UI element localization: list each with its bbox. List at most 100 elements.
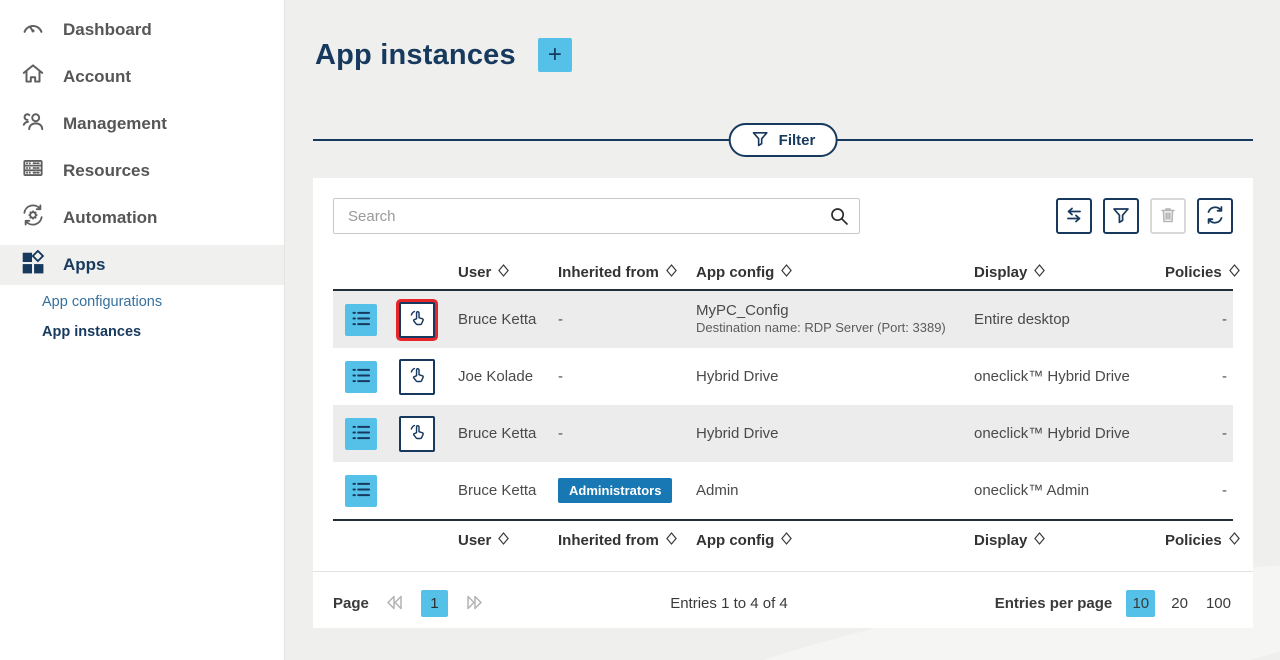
sort-icon bbox=[666, 532, 677, 549]
cell-policies: - bbox=[1165, 311, 1233, 328]
cell-display: Entire desktop bbox=[974, 311, 1165, 328]
gauge-icon bbox=[20, 14, 46, 45]
sidebar-item-automation[interactable]: Automation bbox=[0, 194, 284, 241]
sidebar-subitem-app-instances[interactable]: App instances bbox=[0, 317, 284, 347]
panel-toolbar bbox=[333, 198, 1233, 234]
column-header-user[interactable]: User bbox=[458, 532, 558, 549]
column-label: Policies bbox=[1165, 532, 1222, 549]
column-header-app-config[interactable]: App config bbox=[696, 532, 974, 549]
sidebar-item-account[interactable]: Account bbox=[0, 53, 284, 100]
refresh-button[interactable] bbox=[1197, 198, 1233, 234]
filter-label: Filter bbox=[779, 132, 816, 149]
cell-inherited-from: - bbox=[558, 425, 696, 442]
list-icon bbox=[352, 424, 371, 444]
funnel-icon bbox=[751, 129, 770, 152]
add-app-instance-button[interactable]: + bbox=[538, 38, 572, 72]
row-details-button[interactable] bbox=[345, 304, 377, 336]
delete-button[interactable] bbox=[1150, 198, 1186, 234]
page-number-button[interactable]: 1 bbox=[421, 590, 448, 617]
entries-summary: Entries 1 to 4 of 4 bbox=[670, 595, 788, 612]
search-input[interactable] bbox=[333, 198, 860, 234]
sidebar-item-dashboard[interactable]: Dashboard bbox=[0, 6, 284, 53]
previous-page-button[interactable] bbox=[384, 594, 406, 614]
connect-button[interactable] bbox=[399, 359, 435, 395]
double-chevron-right-icon bbox=[463, 594, 485, 614]
row-details-button[interactable] bbox=[345, 475, 377, 507]
subitem-label: App instances bbox=[42, 324, 141, 340]
pagination-controls: Page 1 bbox=[333, 590, 485, 617]
sort-icon bbox=[666, 264, 677, 281]
page-header: App instances + bbox=[315, 38, 572, 72]
app-config-name: MyPC_Config bbox=[696, 302, 974, 321]
list-icon bbox=[352, 367, 371, 387]
cell-app-config: MyPC_Config Destination name: RDP Server… bbox=[696, 302, 974, 338]
cell-inherited-from: Administrators bbox=[558, 478, 696, 503]
column-header-user[interactable]: User bbox=[458, 264, 558, 281]
column-label: Display bbox=[974, 264, 1027, 281]
cell-user: Bruce Ketta bbox=[458, 425, 558, 442]
filter-table-button[interactable] bbox=[1103, 198, 1139, 234]
row-actions bbox=[333, 416, 458, 452]
per-page-option-10[interactable]: 10 bbox=[1126, 590, 1155, 617]
column-header-policies[interactable]: Policies bbox=[1165, 264, 1246, 281]
app-config-destination: Destination name: RDP Server (Port: 3389… bbox=[696, 320, 974, 337]
cell-display: oneclick™ Admin bbox=[974, 482, 1165, 499]
table-row: Bruce Ketta - Hybrid Drive oneclick™ Hyb… bbox=[333, 405, 1233, 462]
entries-per-page: Entries per page 10 20 100 bbox=[995, 590, 1233, 617]
automation-icon bbox=[20, 202, 46, 233]
double-chevron-left-icon bbox=[384, 594, 406, 614]
cell-user: Bruce Ketta bbox=[458, 311, 558, 328]
search-wrap bbox=[333, 198, 860, 234]
list-icon bbox=[352, 310, 371, 330]
page-title: App instances bbox=[315, 39, 516, 72]
column-header-display[interactable]: Display bbox=[974, 264, 1165, 281]
sidebar: Dashboard Account Management bbox=[0, 0, 285, 660]
sidebar-item-management[interactable]: Management bbox=[0, 100, 284, 147]
sidebar-item-apps[interactable]: Apps bbox=[0, 245, 284, 285]
server-icon bbox=[20, 155, 46, 186]
search-icon bbox=[828, 205, 850, 232]
connect-button-highlighted[interactable] bbox=[399, 302, 435, 338]
sort-icon bbox=[1229, 532, 1240, 549]
column-label: Display bbox=[974, 532, 1027, 549]
cell-display: oneclick™ Hybrid Drive bbox=[974, 368, 1165, 385]
sidebar-item-label: Dashboard bbox=[63, 20, 152, 40]
per-page-option-100[interactable]: 100 bbox=[1204, 591, 1233, 616]
funnel-icon bbox=[1111, 205, 1131, 228]
main-content: App instances + Filter bbox=[285, 0, 1280, 660]
hand-click-icon bbox=[408, 423, 427, 445]
sidebar-subitem-app-configurations[interactable]: App configurations bbox=[0, 287, 284, 317]
swap-arrows-icon bbox=[1063, 204, 1085, 229]
next-page-button[interactable] bbox=[463, 594, 485, 614]
cell-policies: - bbox=[1165, 368, 1233, 385]
row-details-button[interactable] bbox=[345, 361, 377, 393]
column-header-app-config[interactable]: App config bbox=[696, 264, 974, 281]
column-header-inherited-from[interactable]: Inherited from bbox=[558, 532, 696, 549]
cell-app-config: Hybrid Drive bbox=[696, 425, 974, 442]
row-actions bbox=[333, 302, 458, 338]
cell-policies: - bbox=[1165, 482, 1233, 499]
cell-app-config: Hybrid Drive bbox=[696, 368, 974, 385]
pagination-divider bbox=[313, 571, 1253, 572]
column-header-policies[interactable]: Policies bbox=[1165, 532, 1246, 549]
table-panel: User Inherited from App config Display P… bbox=[313, 178, 1253, 628]
app-root: Dashboard Account Management bbox=[0, 0, 1280, 660]
swap-columns-button[interactable] bbox=[1056, 198, 1092, 234]
filter-toggle-button[interactable]: Filter bbox=[729, 123, 838, 157]
sidebar-item-label: Automation bbox=[63, 208, 157, 228]
row-details-button[interactable] bbox=[345, 418, 377, 450]
sidebar-item-label: Account bbox=[63, 67, 131, 87]
entries-per-page-label: Entries per page bbox=[995, 595, 1113, 612]
column-header-inherited-from[interactable]: Inherited from bbox=[558, 264, 696, 281]
cell-inherited-from: - bbox=[558, 311, 696, 328]
cell-user: Bruce Ketta bbox=[458, 482, 558, 499]
sidebar-item-resources[interactable]: Resources bbox=[0, 147, 284, 194]
list-icon bbox=[352, 481, 371, 501]
cell-display: oneclick™ Hybrid Drive bbox=[974, 425, 1165, 442]
connect-button[interactable] bbox=[399, 416, 435, 452]
sort-icon bbox=[498, 264, 509, 281]
per-page-option-20[interactable]: 20 bbox=[1169, 591, 1190, 616]
table-footer-header: User Inherited from App config Display P… bbox=[333, 519, 1233, 559]
administrators-badge: Administrators bbox=[558, 478, 672, 503]
column-header-display[interactable]: Display bbox=[974, 532, 1165, 549]
